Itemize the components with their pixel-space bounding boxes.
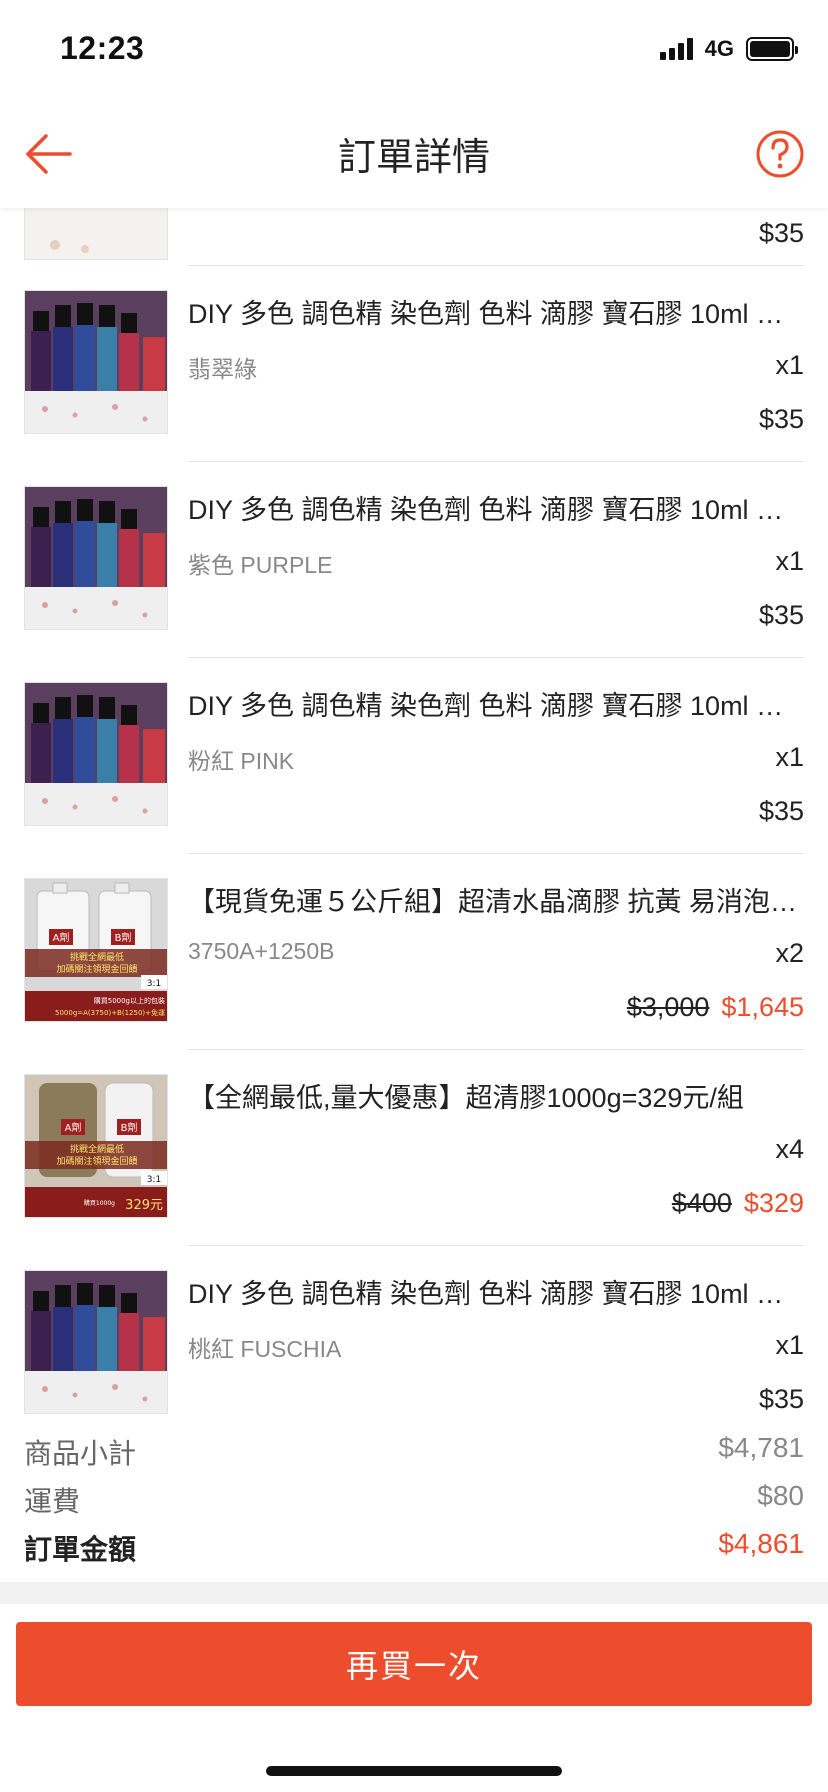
- signal-icon: [659, 38, 693, 60]
- product-thumbnail: A劑 B劑 挑戰全網最低 加碼關注領現金回饋 3:1 購買5000g以上的包裝 …: [24, 878, 168, 1022]
- subtotal-value: $4,781: [718, 1432, 804, 1463]
- item-quantity: x1: [775, 1330, 804, 1360]
- item-variant: 粉紅 PINK: [188, 748, 295, 774]
- network-type: 4G: [704, 36, 734, 61]
- list-item[interactable]: DIY 多色 調色精 染色劑 色料 滴膠 寶石膠 10ml 高濃度 紫色 PUR…: [0, 462, 828, 658]
- svg-text:加碼關注領現金回饋: 加碼關注領現金回饋: [56, 963, 137, 975]
- list-item[interactable]: DIY 多色 調色精 染色劑 色料 滴膠 寶石膠 10ml 高濃度 桃紅 FUS…: [0, 1246, 828, 1442]
- nav-bar: 訂單詳情: [0, 100, 828, 208]
- status-time: 12:23: [60, 30, 145, 66]
- item-quantity: x1: [775, 546, 804, 576]
- item-variant: 紫色 PURPLE: [188, 552, 333, 578]
- item-name: DIY 多色 調色精 染色劑 色料 滴膠 寶石膠 10ml 高濃度: [188, 1279, 804, 1309]
- battery-icon: [746, 37, 798, 61]
- item-quantity: x1: [775, 742, 804, 772]
- section-separator: [0, 1582, 828, 1604]
- item-price: $35: [747, 600, 804, 631]
- svg-text:挑戰全網最低: 挑戰全網最低: [70, 951, 124, 963]
- sale-price: $329: [743, 1188, 804, 1218]
- list-item[interactable]: A劑 B劑 挑戰全網最低 加碼關注領現金回饋 3:1 購買5000g以上的包裝 …: [0, 854, 828, 1050]
- product-thumbnail: [24, 1270, 168, 1414]
- shipping-row: 運費 $80: [24, 1480, 804, 1520]
- item-price: $35: [758, 218, 804, 248]
- subtotal-label: 商品小計: [24, 1438, 137, 1469]
- item-price: $400 $329: [672, 1188, 804, 1219]
- order-items-list[interactable]: $35 DIY 多色 調色精 染色劑 色料 滴膠 寶石膠 10ml 高濃度 翡翠…: [0, 208, 828, 1608]
- product-thumbnail: [24, 290, 168, 434]
- page-title: 訂單詳情: [337, 137, 490, 179]
- buy-again-button[interactable]: 再買一次: [16, 1622, 812, 1706]
- svg-text:3:1: 3:1: [147, 1175, 161, 1185]
- status-bar: 12:23 4G: [0, 0, 828, 100]
- item-quantity: x4: [775, 1134, 804, 1164]
- svg-text:B劑: B劑: [115, 931, 132, 944]
- product-thumbnail: [24, 682, 168, 826]
- subtotal-row: 商品小計 $4,781: [24, 1432, 804, 1472]
- list-item[interactable]: $35: [0, 208, 828, 266]
- item-name: DIY 多色 調色精 染色劑 色料 滴膠 寶石膠 10ml 高濃度: [188, 299, 804, 329]
- bottom-action-bar: 再買一次: [0, 1582, 828, 1792]
- item-quantity: x2: [775, 938, 804, 968]
- sale-price: $35: [758, 600, 804, 630]
- order-total-value: $4,861: [718, 1528, 804, 1559]
- item-quantity: x1: [775, 350, 804, 380]
- item-variant: 3750A+1250B: [188, 938, 335, 964]
- order-total-label: 訂單金額: [24, 1534, 137, 1565]
- shipping-label: 運費: [24, 1486, 81, 1517]
- list-item[interactable]: DIY 多色 調色精 染色劑 色料 滴膠 寶石膠 10ml 高濃度 翡翠綠 x1…: [0, 266, 828, 462]
- original-price: $3,000: [626, 992, 710, 1022]
- original-price: $400: [671, 1188, 732, 1218]
- sale-price: $35: [758, 1384, 804, 1414]
- svg-text:5000g=A(3750)+B(1250)+免運: 5000g=A(3750)+B(1250)+免運: [55, 1008, 165, 1017]
- sale-price: $1,645: [721, 992, 804, 1022]
- status-indicators: 4G: [659, 36, 798, 62]
- item-name: 【現貨免運５公斤組】超清水晶滴膠 抗黃 易消泡 AB膠: [188, 887, 804, 917]
- item-name: 【全網最低,量大優惠】超清膠1000g=329元/組: [188, 1083, 744, 1113]
- product-thumbnail: A劑 B劑 挑戰全網最低 加碼關注領現金回饋 3:1 購買1000g 329元: [24, 1074, 168, 1218]
- order-total-row: 訂單金額 $4,861: [24, 1528, 804, 1568]
- sale-price: $35: [758, 404, 804, 434]
- item-name: DIY 多色 調色精 染色劑 色料 滴膠 寶石膠 10ml 高濃度: [188, 495, 804, 525]
- item-price: $35: [747, 796, 804, 827]
- shipping-value: $80: [757, 1480, 804, 1511]
- item-price: $3,000 $1,645: [627, 992, 804, 1023]
- list-item[interactable]: A劑 B劑 挑戰全網最低 加碼關注領現金回饋 3:1 購買1000g 329元 …: [0, 1050, 828, 1246]
- product-thumbnail: [24, 486, 168, 630]
- svg-text:A劑: A劑: [65, 1121, 82, 1134]
- svg-text:挑戰全網最低: 挑戰全網最低: [70, 1143, 124, 1155]
- home-indicator[interactable]: [266, 1766, 562, 1776]
- product-thumbnail: [24, 208, 168, 260]
- question-circle-icon: [756, 130, 804, 178]
- item-price: $35: [747, 1384, 804, 1415]
- list-item[interactable]: DIY 多色 調色精 染色劑 色料 滴膠 寶石膠 10ml 高濃度 粉紅 PIN…: [0, 658, 828, 854]
- item-variant: 翡翠綠: [188, 356, 257, 382]
- item-price: $35: [747, 404, 804, 435]
- svg-text:購買5000g以上的包裝: 購買5000g以上的包裝: [94, 996, 165, 1005]
- svg-text:329元: 329元: [125, 1198, 163, 1213]
- svg-text:A劑: A劑: [53, 931, 70, 944]
- svg-text:3:1: 3:1: [147, 979, 161, 989]
- svg-text:B劑: B劑: [121, 1121, 138, 1134]
- item-variant: 桃紅 FUSCHIA: [188, 1336, 342, 1362]
- item-name: DIY 多色 調色精 染色劑 色料 滴膠 寶石膠 10ml 高濃度: [188, 691, 804, 721]
- svg-text:加碼關注領現金回饋: 加碼關注領現金回饋: [56, 1155, 137, 1167]
- svg-text:購買1000g: 購買1000g: [84, 1199, 115, 1207]
- help-button[interactable]: [754, 128, 806, 180]
- sale-price: $35: [758, 796, 804, 826]
